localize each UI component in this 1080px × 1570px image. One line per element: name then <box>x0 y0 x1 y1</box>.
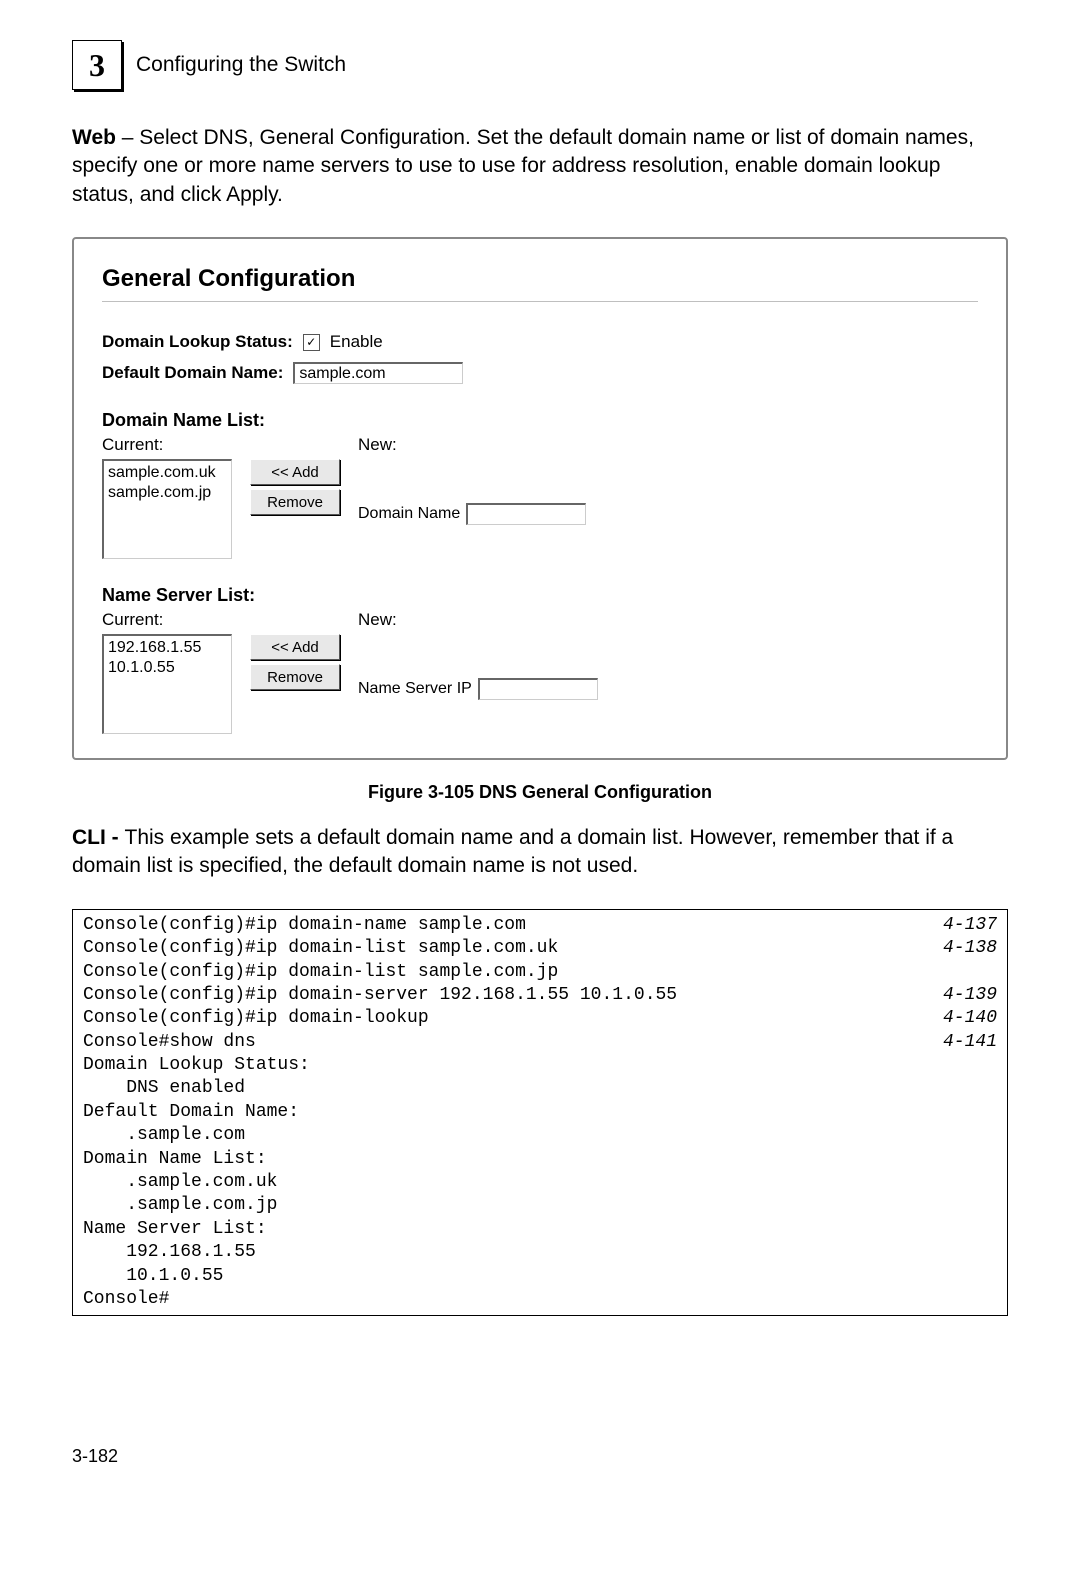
cli-intro-paragraph: CLI - This example sets a default domain… <box>72 824 1008 881</box>
list-item[interactable]: 10.1.0.55 <box>108 658 227 678</box>
intro-web-label: Web <box>72 126 116 149</box>
cli-text: 192.168.1.55 <box>83 1241 997 1264</box>
dnl-remove-button[interactable]: Remove <box>250 489 340 515</box>
cli-text: .sample.com <box>83 1124 997 1147</box>
list-item[interactable]: sample.com.jp <box>108 483 227 503</box>
cli-text: Domain Lookup Status: <box>83 1054 997 1077</box>
cli-text: Domain Name List: <box>83 1148 997 1171</box>
cli-text: Console(config)#ip domain-lookup <box>83 1007 943 1030</box>
intro-paragraph: Web – Select DNS, General Configuration.… <box>72 124 1008 209</box>
cli-text: .sample.com.jp <box>83 1194 997 1217</box>
cli-line: .sample.com <box>83 1124 997 1147</box>
chapter-number: 3 <box>89 47 105 84</box>
cli-line: .sample.com.uk <box>83 1171 997 1194</box>
cli-line: 10.1.0.55 <box>83 1265 997 1288</box>
domain-name-input[interactable] <box>466 503 586 525</box>
nsl-new-label: New: <box>358 610 598 630</box>
cli-line: Console(config)#ip domain-lookup4-140 <box>83 1007 997 1030</box>
cli-line: Console(config)#ip domain-server 192.168… <box>83 984 997 1007</box>
dnl-add-button[interactable]: << Add <box>250 459 340 485</box>
nsl-input-label: Name Server IP <box>358 680 472 698</box>
cli-text: 10.1.0.55 <box>83 1265 997 1288</box>
name-server-input[interactable] <box>478 678 598 700</box>
intro-text: – Select DNS, General Configuration. Set… <box>72 126 974 206</box>
cli-line: DNS enabled <box>83 1077 997 1100</box>
cli-line: Console# <box>83 1288 997 1311</box>
cli-ref: 4-140 <box>943 1007 997 1030</box>
cli-line: Default Domain Name: <box>83 1101 997 1124</box>
page-number: 3-182 <box>72 1446 1008 1467</box>
chapter-title: Configuring the Switch <box>136 53 346 77</box>
cli-intro-label: CLI - <box>72 826 125 849</box>
chapter-number-box: 3 <box>72 40 122 90</box>
cli-text: Console(config)#ip domain-server 192.168… <box>83 984 943 1007</box>
domain-lookup-label: Domain Lookup Status: <box>102 332 293 352</box>
panel-divider <box>102 301 978 302</box>
cli-text: Console(config)#ip domain-list sample.co… <box>83 937 943 960</box>
domain-name-listbox[interactable]: sample.com.uk sample.com.jp <box>102 459 232 559</box>
list-item[interactable]: 192.168.1.55 <box>108 638 227 658</box>
cli-text: .sample.com.uk <box>83 1171 997 1194</box>
cli-text: Name Server List: <box>83 1218 997 1241</box>
cli-text: Console(config)#ip domain-list sample.co… <box>83 961 997 984</box>
cli-text: Console#show dns <box>83 1031 943 1054</box>
cli-text: Console# <box>83 1288 997 1311</box>
cli-line: Console#show dns4-141 <box>83 1031 997 1054</box>
cli-line: Console(config)#ip domain-list sample.co… <box>83 961 997 984</box>
cli-text: DNS enabled <box>83 1077 997 1100</box>
default-domain-label: Default Domain Name: <box>102 363 283 383</box>
cli-text: Console(config)#ip domain-name sample.co… <box>83 914 943 937</box>
cli-text: Default Domain Name: <box>83 1101 997 1124</box>
dnl-input-label: Domain Name <box>358 505 460 523</box>
cli-output-box: Console(config)#ip domain-name sample.co… <box>72 909 1008 1317</box>
cli-line: Domain Lookup Status: <box>83 1054 997 1077</box>
cli-line: Name Server List: <box>83 1218 997 1241</box>
enable-label: Enable <box>330 332 383 352</box>
cli-line: Console(config)#ip domain-list sample.co… <box>83 937 997 960</box>
panel-title: General Configuration <box>102 265 978 293</box>
dnl-new-label: New: <box>358 435 586 455</box>
cli-line: Domain Name List: <box>83 1148 997 1171</box>
name-server-listbox[interactable]: 192.168.1.55 10.1.0.55 <box>102 634 232 734</box>
name-server-list-block: Current: 192.168.1.55 10.1.0.55 << Add R… <box>102 610 978 734</box>
cli-line: Console(config)#ip domain-name sample.co… <box>83 914 997 937</box>
nsl-remove-button[interactable]: Remove <box>250 664 340 690</box>
figure-caption: Figure 3-105 DNS General Configuration <box>72 782 1008 803</box>
domain-name-list-block: Current: sample.com.uk sample.com.jp << … <box>102 435 978 559</box>
cli-ref: 4-137 <box>943 914 997 937</box>
cli-line: 192.168.1.55 <box>83 1241 997 1264</box>
default-domain-input[interactable] <box>293 362 463 384</box>
nsl-current-label: Current: <box>102 610 232 630</box>
cli-ref: 4-138 <box>943 937 997 960</box>
general-configuration-panel: General Configuration Domain Lookup Stat… <box>72 237 1008 760</box>
enable-checkbox[interactable]: ✓ <box>303 334 320 351</box>
list-item[interactable]: sample.com.uk <box>108 463 227 483</box>
cli-ref: 4-139 <box>943 984 997 1007</box>
page-header: 3 Configuring the Switch <box>72 40 1008 90</box>
name-server-list-heading: Name Server List: <box>102 585 978 606</box>
cli-intro-text: This example sets a default domain name … <box>72 826 953 877</box>
cli-ref: 4-141 <box>943 1031 997 1054</box>
domain-name-list-heading: Domain Name List: <box>102 410 978 431</box>
cli-line: .sample.com.jp <box>83 1194 997 1217</box>
dnl-current-label: Current: <box>102 435 232 455</box>
nsl-add-button[interactable]: << Add <box>250 634 340 660</box>
